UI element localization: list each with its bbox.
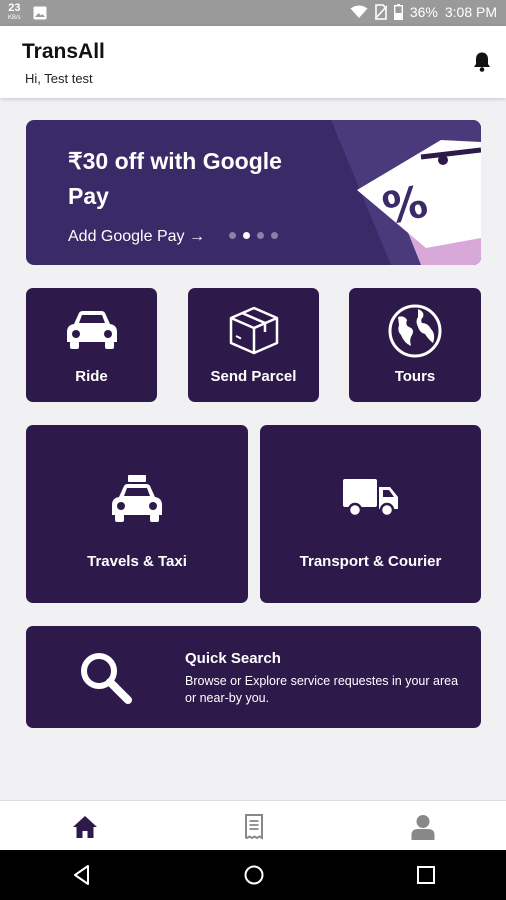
tours-label: Tours: [394, 368, 436, 385]
travels-taxi-label: Travels & Taxi: [87, 553, 187, 570]
user-icon[interactable]: [409, 813, 437, 841]
carousel-dot[interactable]: [271, 232, 278, 239]
carousel-dot[interactable]: [229, 232, 236, 239]
no-sim-icon: [374, 4, 387, 20]
recents-icon[interactable]: [415, 864, 437, 886]
search-icon: [81, 653, 132, 704]
car-icon: [66, 311, 117, 349]
globe-icon: [388, 304, 442, 358]
wifi-icon: [350, 5, 368, 18]
app-title: TransAll: [22, 40, 105, 63]
quick-search-card[interactable]: Quick Search Browse or Explore service r…: [26, 626, 481, 728]
battery-percent: 36%: [409, 4, 438, 20]
quick-search-title: Quick Search: [185, 650, 281, 667]
home-icon[interactable]: [71, 813, 99, 841]
promo-banner[interactable]: % ₹30 off with Google Pay Add Google Pay…: [26, 120, 481, 265]
bottom-navigation: [0, 800, 506, 850]
receipt-icon[interactable]: [240, 813, 268, 841]
transport-courier-tile[interactable]: Transport & Courier: [260, 425, 481, 603]
carousel-indicator: [229, 232, 278, 239]
send-parcel-tile[interactable]: Send Parcel: [188, 288, 319, 402]
bell-icon[interactable]: [470, 50, 494, 74]
ride-tile[interactable]: Ride: [26, 288, 157, 402]
carousel-dot[interactable]: [257, 232, 264, 239]
status-bar: 23 KB/s 36% 3:08 PM: [0, 0, 506, 26]
carousel-dot-active[interactable]: [243, 232, 250, 239]
add-google-pay-link[interactable]: Add Google Pay →: [68, 228, 205, 246]
gallery-icon: [33, 6, 47, 20]
battery-icon: [393, 4, 403, 20]
back-icon[interactable]: [71, 864, 93, 886]
quick-search-description: Browse or Explore service requestes in y…: [185, 674, 459, 705]
network-speed: 23 KB/s: [8, 3, 21, 23]
network-speed-unit: KB/s: [8, 15, 21, 21]
ride-label: Ride: [75, 368, 108, 385]
taxi-icon: [112, 475, 162, 522]
home-circle-icon[interactable]: [243, 864, 265, 886]
system-navigation-bar: [0, 850, 506, 900]
travels-taxi-tile[interactable]: Travels & Taxi: [26, 425, 248, 603]
clock: 3:08 PM: [444, 4, 497, 20]
transport-courier-label: Transport & Courier: [299, 553, 442, 570]
truck-icon: [342, 479, 398, 518]
banner-title: ₹30 off with Google Pay: [68, 148, 282, 209]
user-greeting: Hi, Test test: [25, 71, 93, 86]
app-header: TransAll Hi, Test test: [0, 26, 506, 98]
package-box-icon: [229, 306, 278, 355]
tours-tile[interactable]: Tours: [349, 288, 481, 402]
send-parcel-label: Send Parcel: [210, 368, 297, 385]
